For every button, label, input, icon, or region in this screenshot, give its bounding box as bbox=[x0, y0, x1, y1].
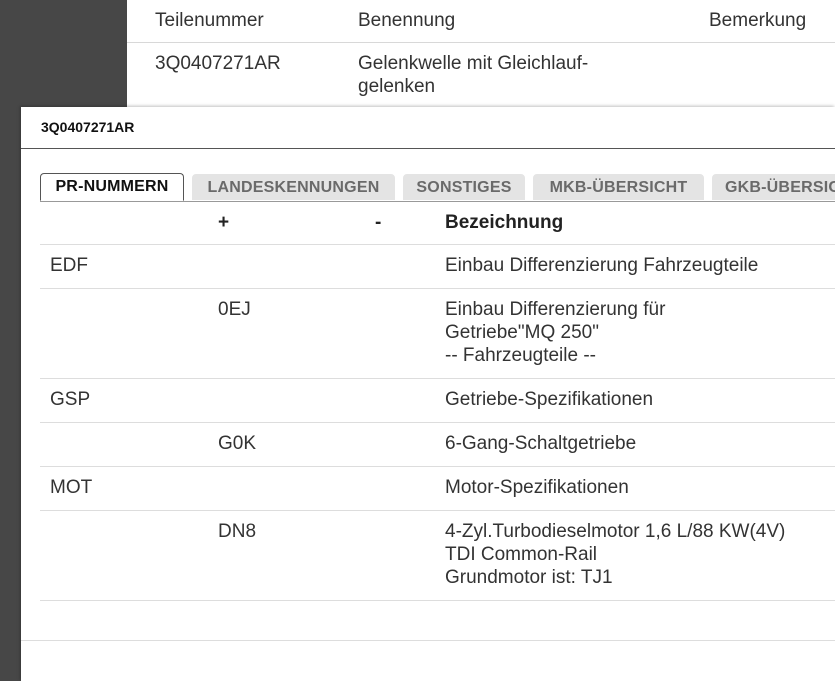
plus-code: 0EJ bbox=[218, 299, 251, 320]
part-name-line2: gelenken bbox=[358, 76, 436, 97]
tab-landeskennungen[interactable]: LANDESKENNUNGEN bbox=[192, 174, 395, 200]
tab-gkb-uebersicht[interactable]: GKB-ÜBERSICHT bbox=[712, 174, 835, 200]
table-row[interactable]: 3Q0407271AR Gelenkwelle mit Gleichlauf- … bbox=[127, 43, 835, 105]
description-line: TDI Common-Rail bbox=[445, 544, 598, 565]
part-name-line1: Gelenkwelle mit Gleichlauf- bbox=[358, 53, 589, 74]
tab-pr-nummern[interactable]: PR-NUMMERN bbox=[40, 173, 184, 201]
header-minus: - bbox=[375, 212, 382, 233]
description-line: -- Fahrzeugteile -- bbox=[445, 345, 596, 366]
modal-title: 3Q0407271AR bbox=[41, 119, 135, 135]
table-row: 0EJ Einbau Differenzierung für Getriebe"… bbox=[40, 289, 835, 379]
header-description: Bezeichnung bbox=[445, 212, 564, 233]
tab-bar: PR-NUMMERN LANDESKENNUNGEN SONSTIGES MKB… bbox=[40, 173, 835, 202]
header-remark: Bemerkung bbox=[709, 10, 807, 31]
table-row: MOT Motor-Spezifikationen bbox=[40, 467, 835, 511]
description-line: Motor-Spezifikationen bbox=[445, 477, 629, 498]
table-row: GSP Getriebe-Spezifikationen bbox=[40, 379, 835, 423]
modal-footer-divider bbox=[21, 640, 835, 641]
description-line: 6-Gang-Schaltgetriebe bbox=[445, 433, 637, 454]
description-line: Grundmotor ist: TJ1 bbox=[445, 567, 613, 588]
parts-table-header: Teilenummer Benennung Bemerkung bbox=[127, 0, 835, 43]
modal-header: 3Q0407271AR bbox=[21, 107, 835, 149]
description-line: Getriebe-Spezifikationen bbox=[445, 389, 654, 410]
group-code: EDF bbox=[50, 255, 88, 276]
pr-table-header: + - Bezeichnung bbox=[40, 201, 835, 245]
description-line: 4-Zyl.Turbodieselmotor 1,6 L/88 KW(4V) bbox=[445, 521, 786, 542]
part-number-cell: 3Q0407271AR bbox=[155, 53, 281, 74]
table-row: DN8 4-Zyl.Turbodieselmotor 1,6 L/88 KW(4… bbox=[40, 511, 835, 601]
table-row: EDF Einbau Differenzierung Fahrzeugteile bbox=[40, 245, 835, 289]
tab-mkb-uebersicht[interactable]: MKB-ÜBERSICHT bbox=[533, 174, 704, 200]
description-line: Einbau Differenzierung Fahrzeugteile bbox=[445, 255, 759, 276]
description-line: Getriebe"MQ 250" bbox=[445, 322, 599, 343]
table-row: G0K 6-Gang-Schaltgetriebe bbox=[40, 423, 835, 467]
header-plus: + bbox=[218, 212, 230, 233]
header-name: Benennung bbox=[358, 10, 456, 31]
description-line: Einbau Differenzierung für bbox=[445, 299, 666, 320]
plus-code: DN8 bbox=[218, 521, 257, 542]
plus-code: G0K bbox=[218, 433, 257, 454]
tab-sonstiges[interactable]: SONSTIGES bbox=[403, 174, 525, 200]
group-code: GSP bbox=[50, 389, 91, 410]
header-part-number: Teilenummer bbox=[155, 10, 264, 31]
group-code: MOT bbox=[50, 477, 93, 498]
part-detail-modal: 3Q0407271AR PR-NUMMERN LANDESKENNUNGEN S… bbox=[21, 107, 835, 681]
